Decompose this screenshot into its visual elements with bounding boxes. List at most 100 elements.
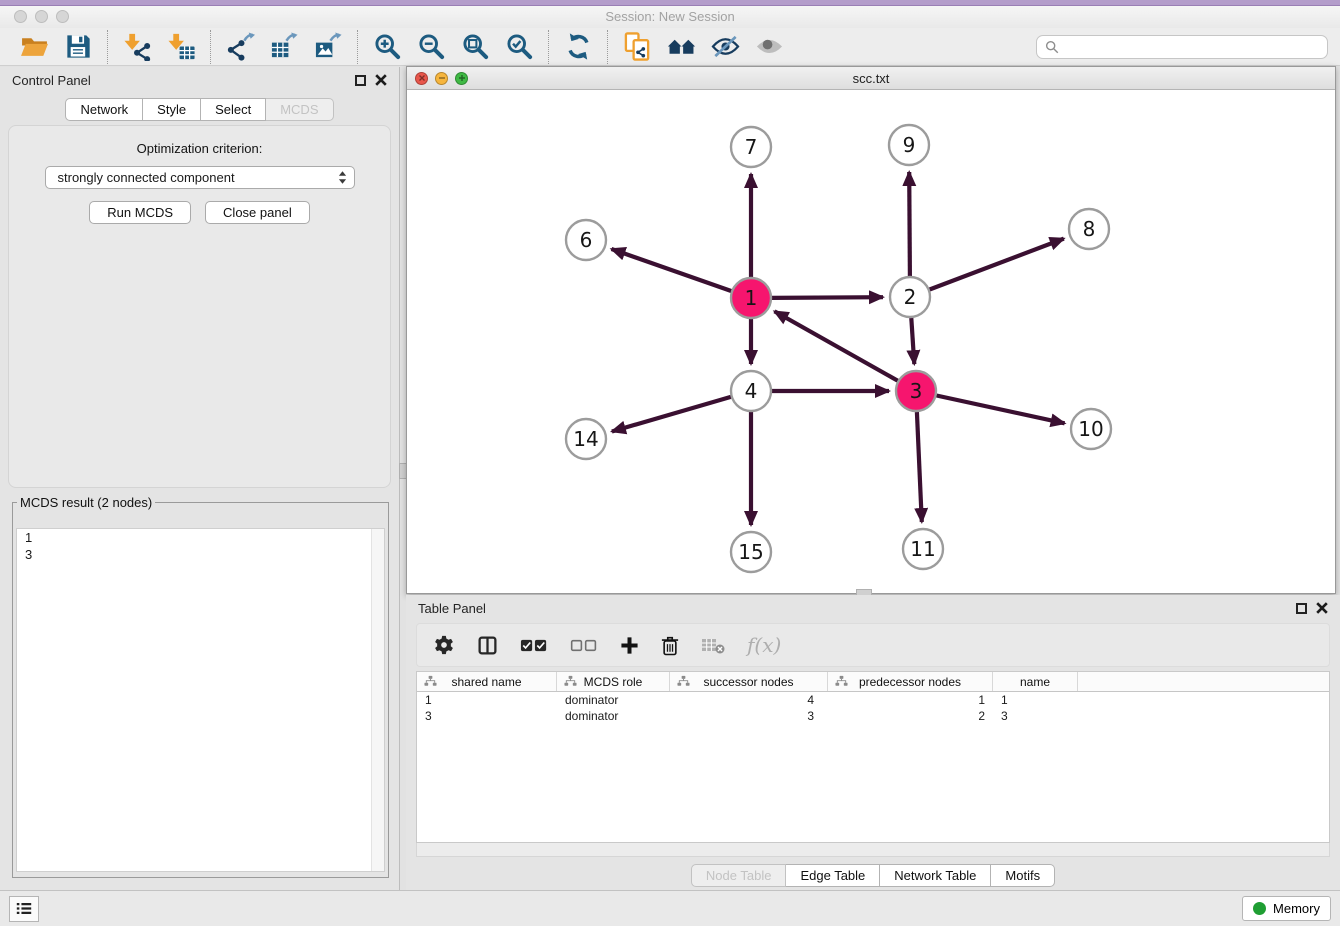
cell-mcds-role[interactable]: dominator — [557, 693, 670, 707]
graph-edge-3-11[interactable] — [917, 412, 922, 522]
table-tabs: Node TableEdge TableNetwork TableMotifs — [406, 864, 1340, 887]
tab-network[interactable]: Network — [65, 98, 143, 121]
main-titlebar[interactable]: Session: New Session — [0, 6, 1340, 28]
mcds-result-list[interactable]: 13 — [16, 528, 385, 872]
search-box[interactable] — [1036, 35, 1328, 59]
tab-select[interactable]: Select — [201, 98, 266, 121]
column-header-name[interactable]: name — [993, 672, 1078, 691]
table-horizontal-scrollbar[interactable] — [416, 843, 1330, 857]
table-toolbar: f(x) — [416, 623, 1330, 667]
svg-text:7: 7 — [745, 135, 758, 159]
tab-node-table[interactable]: Node Table — [691, 864, 787, 887]
zoom-in-button[interactable] — [365, 30, 409, 64]
network-window-titlebar[interactable]: scc.txt — [407, 67, 1335, 90]
open-session-button[interactable] — [12, 30, 56, 64]
graph-edge-4-14[interactable] — [612, 397, 731, 432]
cell-predecessor-nodes[interactable]: 1 — [828, 693, 993, 707]
network-view-window[interactable]: scc.txt 7 9 6 8 1 2 4 3 14 10 15 11 — [406, 66, 1336, 594]
cell-predecessor-nodes[interactable]: 2 — [828, 709, 993, 723]
column-header-successor-nodes[interactable]: successor nodes — [670, 672, 828, 691]
graph-edge-2-8[interactable] — [930, 239, 1064, 290]
delete-row-trash-button[interactable] — [661, 635, 679, 656]
table-settings-gear-button[interactable] — [433, 634, 455, 656]
zoom-selected-button[interactable] — [497, 30, 541, 64]
optimization-criterion-select[interactable]: strongly connected component — [45, 166, 355, 189]
cell-successor-nodes[interactable]: 4 — [670, 693, 828, 707]
export-network-button[interactable] — [218, 30, 262, 64]
graph-node-8[interactable]: 8 — [1069, 209, 1109, 249]
export-table-button[interactable] — [262, 30, 306, 64]
graph-node-7[interactable]: 7 — [731, 127, 771, 167]
search-input[interactable] — [1065, 38, 1319, 55]
graph-edge-1-2[interactable] — [772, 297, 883, 298]
close-panel-icon[interactable] — [375, 74, 387, 86]
column-header-shared-name[interactable]: shared name — [417, 672, 557, 691]
eye-button[interactable] — [747, 30, 791, 64]
graph-edge-3-10[interactable] — [937, 396, 1065, 424]
export-image-button[interactable] — [306, 30, 350, 64]
graph-node-10[interactable]: 10 — [1071, 409, 1111, 449]
float-panel-icon[interactable] — [355, 75, 366, 86]
tab-edge-table[interactable]: Edge Table — [786, 864, 880, 887]
cell-mcds-role[interactable]: dominator — [557, 709, 670, 723]
graph-edge-3-1[interactable] — [775, 311, 898, 380]
node-table[interactable]: shared nameMCDS rolesuccessor nodesprede… — [416, 671, 1330, 843]
cell-successor-nodes[interactable]: 3 — [670, 709, 828, 723]
result-scrollbar[interactable] — [371, 529, 384, 871]
add-row-plus-button[interactable] — [620, 636, 639, 655]
save-session-button[interactable] — [56, 30, 100, 64]
table-settings-gear-icon — [433, 634, 455, 656]
graph-node-15[interactable]: 15 — [731, 532, 771, 572]
show-panels-list-button[interactable] — [9, 896, 39, 922]
zoom-fit-button[interactable] — [453, 30, 497, 64]
network-zoom-icon[interactable] — [455, 72, 468, 85]
column-type-icon — [835, 675, 848, 687]
graph-edge-1-6[interactable] — [612, 249, 732, 291]
show-all-networks-button[interactable] — [659, 30, 703, 64]
tab-style[interactable]: Style — [143, 98, 201, 121]
eye-slash-button[interactable] — [703, 30, 747, 64]
network-minimize-icon[interactable] — [435, 72, 448, 85]
float-table-panel-icon[interactable] — [1296, 603, 1307, 614]
graph-node-4[interactable]: 4 — [731, 371, 771, 411]
network-canvas[interactable]: 7 9 6 8 1 2 4 3 14 10 15 11 — [407, 89, 1335, 593]
copy-network-button[interactable] — [615, 30, 659, 64]
column-visibility-button[interactable] — [477, 635, 498, 656]
close-panel-button[interactable]: Close panel — [205, 201, 310, 224]
tab-motifs[interactable]: Motifs — [991, 864, 1055, 887]
graph-node-2[interactable]: 2 — [890, 277, 930, 317]
tab-network-table[interactable]: Network Table — [880, 864, 991, 887]
graph-edge-2-3[interactable] — [911, 318, 914, 364]
graph-node-14[interactable]: 14 — [566, 419, 606, 459]
select-all-checks-button[interactable] — [520, 638, 548, 653]
tab-mcds[interactable]: MCDS — [266, 98, 333, 121]
main-toolbar — [0, 28, 1340, 66]
import-table-button[interactable] — [159, 30, 203, 64]
cell-name[interactable]: 3 — [993, 709, 1078, 723]
cell-shared-name[interactable]: 1 — [417, 693, 557, 707]
zoom-out-button[interactable] — [409, 30, 453, 64]
graph-node-11[interactable]: 11 — [903, 529, 943, 569]
table-row[interactable]: 1dominator411 — [417, 692, 1329, 708]
graph-node-6[interactable]: 6 — [566, 220, 606, 260]
cell-shared-name[interactable]: 3 — [417, 709, 557, 723]
column-header-predecessor-nodes[interactable]: predecessor nodes — [828, 672, 993, 691]
network-close-icon[interactable] — [415, 72, 428, 85]
table-panel-title: Table Panel — [418, 601, 486, 616]
network-window-title: scc.txt — [407, 71, 1335, 86]
close-table-panel-icon[interactable] — [1316, 602, 1328, 614]
graph-edge-2-9[interactable] — [909, 172, 910, 276]
run-mcds-button[interactable]: Run MCDS — [89, 201, 191, 224]
memory-button[interactable]: Memory — [1242, 896, 1331, 921]
table-row[interactable]: 3dominator323 — [417, 708, 1329, 724]
graph-node-3[interactable]: 3 — [896, 371, 936, 411]
graph-node-1[interactable]: 1 — [731, 278, 771, 318]
deselect-all-checks-button[interactable] — [570, 638, 598, 653]
mcds-result-item[interactable]: 3 — [17, 546, 384, 563]
column-header-mcds-role[interactable]: MCDS role — [557, 672, 670, 691]
cell-name[interactable]: 1 — [993, 693, 1078, 707]
mcds-result-item[interactable]: 1 — [17, 529, 384, 546]
graph-node-9[interactable]: 9 — [889, 125, 929, 165]
refresh-view-button[interactable] — [556, 30, 600, 64]
import-network-button[interactable] — [115, 30, 159, 64]
